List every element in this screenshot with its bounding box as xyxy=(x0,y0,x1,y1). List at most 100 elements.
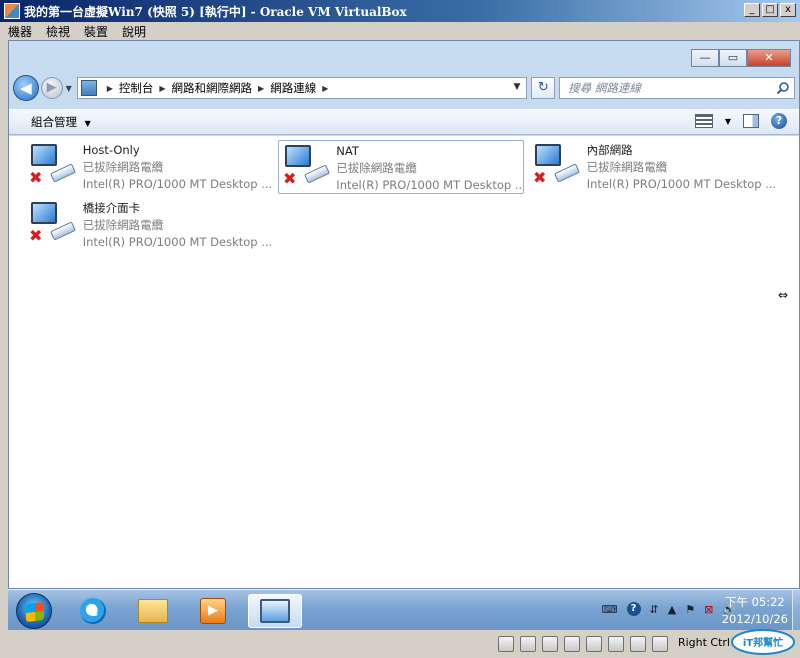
vbox-maximize-button[interactable]: □ xyxy=(762,3,778,17)
capture-icon[interactable] xyxy=(651,636,668,652)
view-options-dropdown-icon[interactable]: ▼ xyxy=(725,117,731,126)
connection-name: NAT xyxy=(336,144,359,158)
chevron-right-icon[interactable]: ▶ xyxy=(159,84,165,93)
media-player-icon: ▶ xyxy=(200,598,226,624)
system-tray: ⌨ ? ⇵ ▲ ⚑ ⊠ 🔊 xyxy=(602,602,736,616)
connection-internal[interactable]: ✖ 內部網路 已拔除網路電纜 Intel(R) PRO/1000 MT Desk… xyxy=(529,140,775,194)
address-dropdown-icon[interactable]: ▼ xyxy=(513,82,520,92)
hard-disk-icon[interactable] xyxy=(497,636,514,652)
connection-status: 已拔除網路電纜 xyxy=(82,160,164,174)
virtualization-icon[interactable] xyxy=(607,636,624,652)
maximize-button[interactable]: ▭ xyxy=(719,49,747,67)
vbox-window-title: 我的第一台虛擬Win7 (快照 5) [執行中] - Oracle VM Vir… xyxy=(24,4,407,19)
disconnected-icon: ✖ xyxy=(283,169,297,188)
network-status-icon[interactable]: ⊠ xyxy=(704,603,713,616)
menu-view[interactable]: 檢視 xyxy=(46,23,70,40)
breadcrumb-network-connections[interactable]: 網路連線 xyxy=(270,80,316,96)
window-controls: — ▭ ✕ xyxy=(691,49,791,67)
chevron-down-icon: ▼ xyxy=(84,119,91,128)
vbox-status-bar: Right Ctrl xyxy=(0,630,800,658)
virtualbox-app-icon xyxy=(4,3,20,19)
cable-icon xyxy=(50,221,76,241)
command-bar: 組合管理 ▼ ▼ ? xyxy=(9,109,799,135)
connections-list: ✖ Host-Only 已拔除網路電纜 Intel(R) PRO/1000 MT… xyxy=(9,136,799,588)
search-placeholder: 搜尋 網路連線 xyxy=(568,81,641,95)
monitor-icon xyxy=(31,202,57,224)
help-icon[interactable]: ? xyxy=(771,113,787,129)
breadcrumb-control-panel[interactable]: 控制台 xyxy=(119,80,154,96)
connection-name: 橋接介面卡 xyxy=(82,201,141,215)
connection-status: 已拔除網路電纜 xyxy=(82,218,164,232)
connection-status: 已拔除網路電纜 xyxy=(586,160,668,174)
usb-icon[interactable] xyxy=(541,636,558,652)
forward-button[interactable]: ▶ xyxy=(40,77,63,99)
folder-icon xyxy=(138,599,168,623)
change-view-icon[interactable] xyxy=(694,114,713,128)
connection-host-only[interactable]: ✖ Host-Only 已拔除網路電纜 Intel(R) PRO/1000 MT… xyxy=(25,140,271,194)
connection-name: 內部網路 xyxy=(586,143,633,157)
vbox-menu-bar: 機器 檢視 裝置 說明 xyxy=(0,22,800,40)
organize-label: 組合管理 xyxy=(31,115,77,129)
network-adapter-icon: ✖ xyxy=(533,142,581,190)
network-icon[interactable] xyxy=(563,636,580,652)
shared-folders-icon[interactable] xyxy=(585,636,602,652)
explorer-window: — ▭ ✕ ◀ ▶ ▼ ▶ 控制台 ▶ 網路和網際網路 ▶ 網路連線 ▶ ▼ ↻… xyxy=(8,40,800,589)
taskbar-network-window-button[interactable] xyxy=(248,594,302,628)
connection-nat[interactable]: ✖ NAT 已拔除網路電纜 Intel(R) PRO/1000 MT Deskt… xyxy=(278,140,524,194)
search-icon[interactable] xyxy=(776,81,790,95)
preview-pane-icon[interactable] xyxy=(743,114,759,128)
close-button[interactable]: ✕ xyxy=(747,49,791,67)
ithome-watermark-logo: iT邦幫忙 xyxy=(731,629,795,655)
network-adapter-icon: ✖ xyxy=(283,143,330,191)
resize-cursor-icon: ⇔ xyxy=(778,288,789,302)
address-bar[interactable]: ▶ 控制台 ▶ 網路和網際網路 ▶ 網路連線 ▶ ▼ xyxy=(76,77,528,99)
host-key-label: Right Ctrl xyxy=(677,636,730,649)
back-button[interactable]: ◀ xyxy=(13,75,39,101)
chevron-right-icon[interactable]: ▶ xyxy=(258,84,264,93)
recent-pages-dropdown-icon[interactable]: ▼ xyxy=(66,84,72,93)
connection-device: Intel(R) PRO/1000 MT Desktop ... xyxy=(82,235,271,249)
taskbar-ie-button[interactable]: e xyxy=(66,594,120,628)
refresh-button[interactable]: ↻ xyxy=(531,77,556,99)
network-connections-icon xyxy=(260,599,290,623)
taskbar-explorer-button[interactable] xyxy=(126,594,180,628)
action-center-icon[interactable]: ⚑ xyxy=(685,603,695,616)
watermark-text: iT邦幫忙 xyxy=(743,636,783,649)
menu-devices[interactable]: 裝置 xyxy=(84,23,108,40)
cable-icon xyxy=(554,163,580,183)
connection-name: Host-Only xyxy=(82,143,140,157)
vbox-minimize-button[interactable]: _ xyxy=(744,3,760,17)
chevron-right-icon[interactable]: ▶ xyxy=(107,84,113,93)
disconnected-icon: ✖ xyxy=(29,226,43,245)
connection-bridged[interactable]: ✖ 橋接介面卡 已拔除網路電纜 Intel(R) PRO/1000 MT Des… xyxy=(25,198,271,252)
menu-help[interactable]: 說明 xyxy=(122,23,146,40)
clock-date: 2012/10/26 xyxy=(721,612,788,626)
connection-device: Intel(R) PRO/1000 MT Desktop ... xyxy=(82,177,271,191)
keyboard-icon[interactable]: ⌨ xyxy=(602,603,618,616)
language-bar-icon[interactable]: ⇵ xyxy=(650,603,659,616)
cable-icon xyxy=(50,163,76,183)
search-input[interactable]: 搜尋 網路連線 xyxy=(559,77,795,99)
connection-device: Intel(R) PRO/1000 MT Desktop ... xyxy=(336,178,523,192)
start-button[interactable] xyxy=(16,593,52,629)
windows-logo-icon xyxy=(26,602,44,622)
chevron-right-icon[interactable]: ▶ xyxy=(322,84,328,93)
minimize-button[interactable]: — xyxy=(691,49,719,67)
show-hidden-icons-icon[interactable]: ▲ xyxy=(668,603,676,616)
breadcrumb-network-internet[interactable]: 網路和網際網路 xyxy=(172,80,253,96)
organize-button[interactable]: 組合管理 ▼ xyxy=(31,114,91,130)
help-icon[interactable]: ? xyxy=(626,602,641,616)
cable-icon xyxy=(304,164,330,184)
clock[interactable]: 下午 05:22 2012/10/26 xyxy=(722,594,788,628)
taskbar-media-player-button[interactable]: ▶ xyxy=(186,594,240,628)
vbox-close-button[interactable]: x xyxy=(780,3,796,17)
optical-drive-icon[interactable] xyxy=(519,636,536,652)
disconnected-icon: ✖ xyxy=(533,168,547,187)
internet-explorer-icon: e xyxy=(80,598,106,624)
show-desktop-button[interactable] xyxy=(792,590,800,631)
mouse-integration-icon[interactable] xyxy=(629,636,646,652)
monitor-icon xyxy=(285,145,311,167)
menu-machine[interactable]: 機器 xyxy=(8,23,32,40)
control-panel-icon xyxy=(80,80,97,96)
clock-time: 下午 05:22 xyxy=(724,595,785,609)
